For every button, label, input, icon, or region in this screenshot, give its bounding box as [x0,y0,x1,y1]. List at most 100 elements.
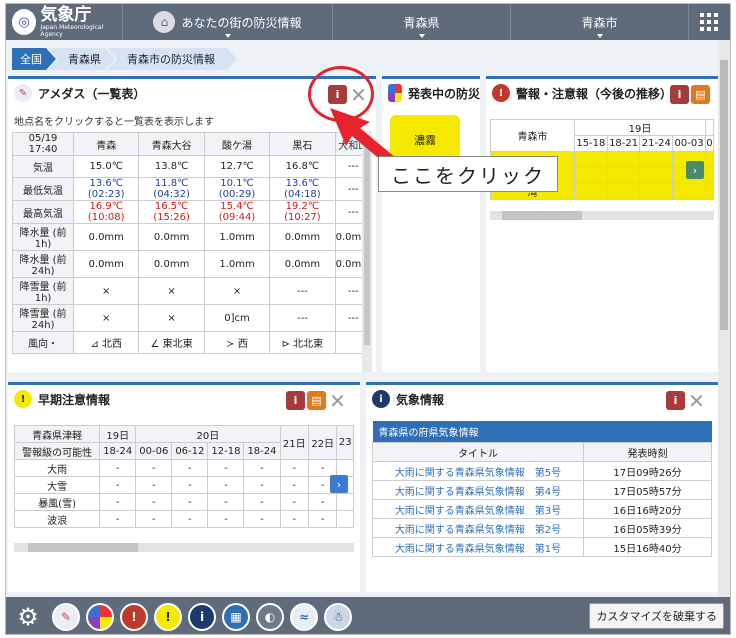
amedas-station-header[interactable]: 黒石 [269,132,336,156]
pref-menu[interactable]: 青森県 [333,4,511,40]
amedas-cell: 0.0mm [138,223,205,251]
amedas-icon: ✎ [14,84,32,102]
early-cell-extra [336,510,354,528]
breadcrumb-pref[interactable]: 青森県 [48,48,115,70]
kisho-time: 15日16時40分 [583,537,712,557]
early-warning-dock-icon[interactable]: ! [154,602,182,631]
amedas-row: 降雪量 (前1h) × × × --- --- [11,277,373,305]
amedas-cell: 13.6℃ (04:18) [269,177,336,201]
amedas-cell: 13.6℃ (02:23) [73,177,140,201]
snow-dock-icon[interactable]: ☃ [324,602,352,631]
breadcrumb-national[interactable]: 全国 [12,48,56,70]
amedas-station-header[interactable]: 酸ケ湯 [203,132,271,156]
kisho-title: 気象情報 [396,392,445,407]
chevron-down-icon [596,34,603,38]
early-cell: - [207,510,245,528]
close-icon[interactable]: ✕ [328,389,347,413]
kisho-caption: 青森県の府県気象情報 [372,421,712,443]
early-cell: - [171,510,209,528]
kisho-link[interactable]: 大雨に関する青森県気象情報 第3号 [372,499,584,519]
early-slot: 06-12 [171,442,209,460]
warning-slot: 15-18 [574,135,608,152]
warning-icon: ! [492,84,510,102]
early-warning-icon: ! [14,390,32,408]
amedas-row: 最高気温 16.9℃ (10:08) 16.5℃ (15:26) 15.4℃ (09:… [11,200,373,224]
gear-icon[interactable]: ⚙ [10,600,46,634]
amedas-cell: × [73,277,140,305]
chevron-down-icon [224,34,231,38]
kisho-row: 大雨に関する青森県気象情報 第3号 16日16時20分 [372,499,712,519]
kisho-time: 16日05時39分 [583,518,712,538]
kisho-table: 青森県の府県気象情報 タイトル 発表時刻 大雨に関する青森県気象情報 第5号 17日… [372,421,712,557]
early-day23: 23 [336,425,354,460]
home-menu[interactable]: ⌂ あなたの街の防災情報 [123,4,333,40]
warning-slot: 0 [704,135,715,152]
close-icon[interactable]: ✕ [687,389,706,413]
amedas-cell: 11.8℃ (04:32) [138,177,205,201]
early-day20: 20日 [135,425,281,443]
book-icon[interactable]: ▤ [691,85,710,104]
logo-jp: 気象庁 [40,5,92,25]
early-row-label: 大雨 [13,459,101,477]
amedas-cell: 15.0℃ [73,155,140,178]
book-icon[interactable]: ▤ [307,391,326,410]
kisho-row: 大雨に関する青森県気象情報 第4号 17日05時57分 [372,480,712,500]
wind-dock-icon[interactable]: ≈ [290,602,318,631]
early-slot: 18-24 [243,442,281,460]
kisho-link[interactable]: 大雨に関する青森県気象情報 第4号 [372,480,584,500]
amedas-time-header: 05/19 17:40 [11,132,75,156]
early-row-label: 大雪 [13,476,101,494]
grid-menu-button[interactable] [689,4,729,40]
bosai-dock-icon[interactable] [86,602,114,631]
kisho-panel: i 気象情報 i ✕ 青森県の府県気象情報 タイトル 発表時刻 大雨に関する青森県… [366,382,718,592]
amedas-title: アメダス（一覧表） [38,86,146,101]
next-arrow-icon[interactable]: › [686,161,704,179]
info-icon[interactable]: i [670,85,689,104]
amedas-row-label: 降水量 (前1h) [11,223,75,251]
city-menu[interactable]: 青森市 [511,4,689,40]
amedas-cell: 0.0mm [269,250,336,278]
jma-logo[interactable]: ◎ 気象庁 Japan Meteorological Agency [6,4,123,40]
early-cell: - [207,476,245,494]
amedas-row-label: 降雪量 (前1h) [11,277,75,305]
amedas-cell: ∠ 東北東 [138,331,205,354]
early-day22: 22日 [307,425,338,460]
info-icon[interactable]: i [286,391,305,410]
kisho-link[interactable]: 大雨に関する青森県気象情報 第5号 [372,461,584,481]
early-cell: - [243,510,281,528]
early-cell: - [307,459,338,477]
kisho-row: 大雨に関する青森県気象情報 第1号 15日16時40分 [372,537,712,557]
map-dock-icon[interactable]: ▦ [222,602,250,631]
amedas-dock-icon[interactable]: ✎ [52,602,80,631]
warning-slot: 00-03 [672,135,706,152]
info-icon[interactable]: i [666,391,685,410]
amedas-cell: 0.0mm [73,223,140,251]
amedas-row: 気温 15.0℃ 13.8℃ 12.7℃ 16.8℃ --- [11,155,373,178]
radar-dock-icon[interactable]: ◐ [256,602,284,631]
bosai-title: 発表中の防災 [407,86,480,101]
kisho-icon: i [372,390,390,408]
amedas-station-header[interactable]: 青森 [73,132,140,156]
kisho-link[interactable]: 大雨に関する青森県気象情報 第2号 [372,518,584,538]
amedas-station-header[interactable]: 青森大谷 [138,132,205,156]
next-arrow-icon[interactable]: › [330,475,348,493]
amedas-row: 降水量 (前24h) 0.0mm 0.0mm 1.0mm 0.0mm 0.0mm [11,250,373,278]
early-cell: - [207,459,245,477]
early-cell: - [171,459,209,477]
kisho-dock-icon[interactable]: i [188,602,216,631]
amedas-cell: × [138,304,205,332]
page-scrollbar-thumb[interactable] [720,60,728,330]
warning-hscroll[interactable] [490,211,714,220]
amedas-cell: 16.9℃ (10:08) [73,200,140,224]
kisho-link[interactable]: 大雨に関する青森県気象情報 第1号 [372,537,584,557]
early-hscroll[interactable] [14,543,354,552]
warning-area[interactable]: 青森市 [490,119,575,152]
warning-slot: 18-21 [606,135,641,152]
pref-label: 青森県 [403,15,440,30]
amedas-cell: 16.8℃ [269,155,336,178]
amedas-cell: 15.4℃ (09:44) [203,200,271,224]
page-scrollbar[interactable] [718,40,730,597]
amedas-cell: ⊳ 北北東 [269,331,336,354]
reset-customize-button[interactable]: カスタマイズを破棄する [589,603,724,629]
warning-dock-icon[interactable]: ! [120,602,148,631]
